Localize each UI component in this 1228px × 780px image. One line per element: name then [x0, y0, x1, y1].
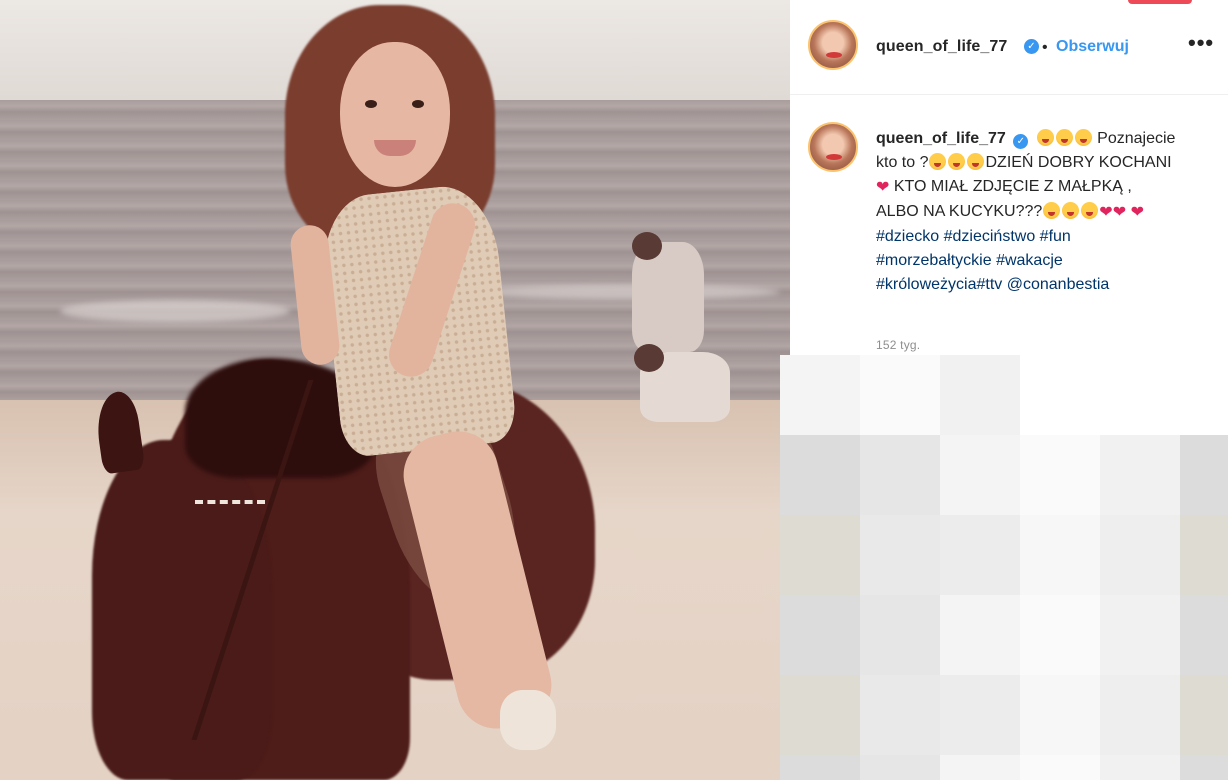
- author-avatar[interactable]: [808, 20, 858, 70]
- caption-body: Poznajecie kto to ? DZIEŃ DOBRY KOCHANI❤ …: [876, 129, 1175, 293]
- hashtag-link[interactable]: @conanbestia: [1007, 276, 1110, 293]
- tongue-face-emoji: [1062, 202, 1080, 219]
- blur-pixel: [940, 435, 1020, 515]
- blur-pixel: [1100, 515, 1180, 595]
- hashtag-link[interactable]: #dziecko: [876, 228, 939, 245]
- blur-pixel: [940, 755, 1020, 780]
- blur-pixel: [1020, 675, 1100, 755]
- blur-pixel: [940, 515, 1020, 595]
- blur-pixel: [1100, 435, 1180, 515]
- tongue-face-emoji: [1074, 129, 1092, 146]
- hashtag-link[interactable]: #morzebałtyckie: [876, 252, 992, 269]
- blur-pixel: [780, 755, 860, 780]
- tongue-face-emoji: [1055, 129, 1073, 146]
- photo-girl-eye: [412, 100, 424, 108]
- separator-dot: •: [1042, 39, 1048, 56]
- notification-badge: [1128, 0, 1192, 4]
- blur-pixel: [1100, 595, 1180, 675]
- verified-badge-icon: ✓: [1013, 134, 1029, 149]
- post-sidebar: queen_of_life_77 ✓ • Obserwuj ••• queen_…: [780, 0, 1228, 780]
- hashtag-link[interactable]: #fun: [1040, 228, 1071, 245]
- blur-pixel: [860, 675, 940, 755]
- caption-text: DZIEŃ DOBRY KOCHANI: [985, 154, 1172, 171]
- photo-wave: [60, 300, 290, 322]
- blur-pixel: [1180, 755, 1228, 780]
- blur-pixel: [1180, 595, 1228, 675]
- photo-girl-face: [340, 42, 450, 187]
- broken-heart-emoji: ❤: [876, 179, 890, 196]
- blur-pixel: [1020, 755, 1100, 780]
- blur-pixel: [860, 755, 940, 780]
- blur-pixel: [1180, 435, 1228, 515]
- blur-pixel: [860, 595, 940, 675]
- blur-pixel: [940, 355, 1020, 435]
- tongue-face-emoji: [1081, 202, 1099, 219]
- tongue-face-emoji: [967, 153, 985, 170]
- tongue-face-emoji: [1036, 129, 1054, 146]
- post-photo[interactable]: [0, 0, 790, 780]
- blur-pixel: [860, 355, 940, 435]
- broken-heart-emoji: ❤: [1130, 204, 1144, 221]
- tongue-face-emoji: [948, 153, 966, 170]
- blur-pixel: [1100, 675, 1180, 755]
- blur-pixel: [940, 675, 1020, 755]
- tongue-face-emoji: [1043, 202, 1061, 219]
- blur-pixel: [780, 515, 860, 595]
- hashtag-link[interactable]: #króloweżycia: [876, 276, 976, 293]
- post-timestamp[interactable]: 152 tyg.: [876, 338, 920, 352]
- photo-girl-shoe: [500, 690, 556, 750]
- photo-wave: [480, 285, 780, 299]
- blur-pixel: [1020, 515, 1100, 595]
- verified-badge-icon: ✓: [1024, 39, 1039, 54]
- photo-adult-head: [632, 232, 662, 260]
- blur-pixel: [780, 675, 860, 755]
- follow-button[interactable]: Obserwuj: [1056, 38, 1129, 56]
- blur-pixel: [1180, 515, 1228, 595]
- blur-pixel: [1020, 595, 1100, 675]
- blur-pixel: [780, 435, 860, 515]
- blur-pixel: [1020, 435, 1100, 515]
- blur-pixel: [1100, 755, 1180, 780]
- post-header: queen_of_life_77 ✓ • Obserwuj •••: [790, 0, 1228, 95]
- caption-username[interactable]: queen_of_life_77: [876, 130, 1006, 147]
- post-caption: queen_of_life_77 ✓ Poznajecie kto to ? DZ…: [876, 127, 1176, 297]
- hashtag-link[interactable]: #ttv: [976, 276, 1002, 293]
- blur-pixel: [940, 595, 1020, 675]
- blur-pixel: [780, 355, 860, 435]
- photo-adult-head: [634, 344, 664, 372]
- blur-pixel: [860, 435, 940, 515]
- more-options-icon[interactable]: •••: [1188, 30, 1214, 56]
- caption-author-avatar[interactable]: [808, 122, 858, 172]
- photo-horse-halter: [195, 500, 265, 526]
- broken-heart-emoji: ❤: [1099, 204, 1113, 221]
- tongue-face-emoji: [929, 153, 947, 170]
- blur-pixel: [780, 595, 860, 675]
- hashtag-link[interactable]: #dzieciństwo: [944, 228, 1036, 245]
- hashtag-link[interactable]: #wakacje: [996, 252, 1063, 269]
- blur-pixel: [1180, 675, 1228, 755]
- photo-girl-eye: [365, 100, 377, 108]
- blur-pixel: [860, 515, 940, 595]
- broken-heart-emoji: ❤: [1112, 204, 1127, 221]
- author-username[interactable]: queen_of_life_77: [876, 38, 1007, 56]
